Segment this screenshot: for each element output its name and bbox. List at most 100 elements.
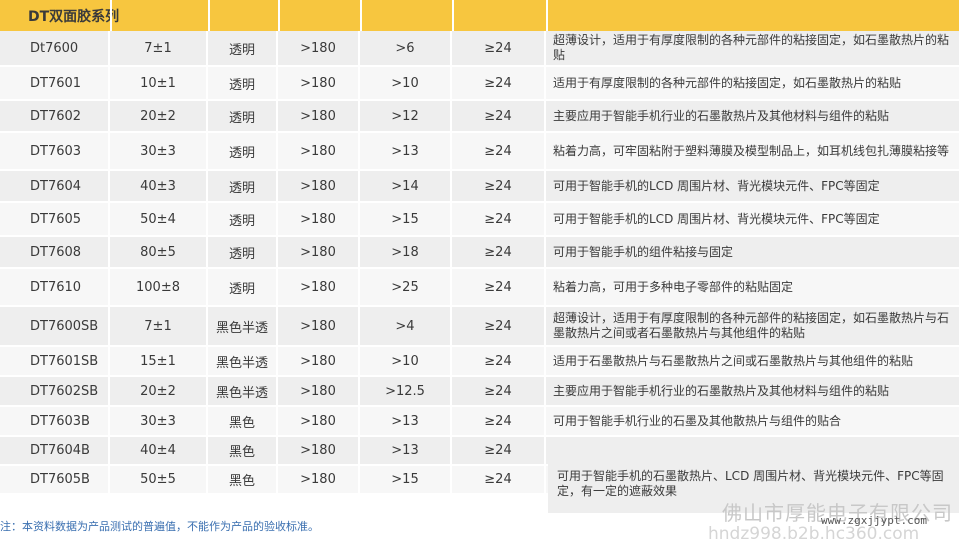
cell-temp: >180 <box>278 237 360 267</box>
cell-hold: ≥24 <box>452 269 546 305</box>
cell-hold: ≥24 <box>452 101 546 131</box>
cell-thickness: 50±4 <box>110 203 208 235</box>
table-row: DT7604 40±3 透明 >180 >14 ≥24 可用于智能手机的LCD 周围片材、背… <box>0 171 959 203</box>
cell-use: 适用于有厚度限制的各种元部件的粘接固定，如石墨散热片的粘贴 <box>553 75 902 90</box>
cell-color: 透明 <box>208 101 278 131</box>
table-row: DT7603 30±3 透明 >180 >13 ≥24 粘着力高，可牢固粘附于塑料薄膜及模型… <box>0 133 959 171</box>
cell-model: DT7602SB <box>0 377 110 405</box>
cell-peel: >13 <box>360 407 452 435</box>
cell-use: 主要应用于智能手机行业的石墨散热片及其他材料与组件的粘贴 <box>553 383 890 398</box>
series-title: DT双面胶系列 <box>28 8 120 25</box>
cell-hold: ≥24 <box>452 466 546 493</box>
cell-color: 透明 <box>208 269 278 305</box>
cell-peel: >18 <box>360 237 452 267</box>
cell-peel: >10 <box>360 347 452 375</box>
cell-thickness: 20±2 <box>110 377 208 405</box>
cell-temp: >180 <box>278 466 360 493</box>
cell-model: Dt7600 <box>0 31 110 65</box>
table-row: DT7600SB 7±1 黑色半透 >180 >4 ≥24 超薄设计，适用于有厚度限制的各种… <box>0 307 959 347</box>
cell-peel: >10 <box>360 67 452 99</box>
cell-peel: >15 <box>360 466 452 493</box>
cell-hold: ≥24 <box>452 67 546 99</box>
cell-temp: >180 <box>278 347 360 375</box>
header-divider <box>452 0 454 31</box>
cell-peel: >13 <box>360 437 452 464</box>
header-divider <box>110 0 112 31</box>
table-row: DT7603B 30±3 黑色 >180 >13 ≥24 可用于智能手机行业的石墨及其他散热… <box>0 407 959 437</box>
table-header: DT双面胶系列 <box>0 0 959 31</box>
cell-thickness: 20±2 <box>110 101 208 131</box>
table-row: DT7601 10±1 透明 >180 >10 ≥24 适用于有厚度限制的各种元部件的粘接固… <box>0 67 959 101</box>
product-table: Dt7600 7±1 透明 >180 >6 ≥24 超薄设计，适用于有厚度限制的各种元部件的… <box>0 31 959 495</box>
cell-use: 超薄设计，适用于有厚度限制的各种元部件的粘接固定，如石墨散热片的粘贴 <box>553 33 950 62</box>
table-row: DT7601SB 15±1 黑色半透 >180 >10 ≥24 适用于石墨散热片与石墨散热片… <box>0 347 959 377</box>
cell-temp: >180 <box>278 437 360 464</box>
cell-color: 黑色 <box>208 407 278 435</box>
cell-peel: >15 <box>360 203 452 235</box>
table-row: DT7608 80±5 透明 >180 >18 ≥24 可用于智能手机的组件粘接与固定 <box>0 237 959 269</box>
cell-temp: >180 <box>278 133 360 169</box>
cell-peel: >4 <box>360 307 452 345</box>
cell-color: 透明 <box>208 171 278 201</box>
cell-model: DT7601 <box>0 67 110 99</box>
cell-temp: >180 <box>278 31 360 65</box>
cell-temp: >180 <box>278 269 360 305</box>
cell-use: 可用于智能手机行业的石墨及其他散热片与组件的贴合 <box>553 413 842 428</box>
cell-model: DT7610 <box>0 269 110 305</box>
cell-model: DT7603 <box>0 133 110 169</box>
table-row: DT7605 50±4 透明 >180 >15 ≥24 可用于智能手机的LCD 周围片材、背… <box>0 203 959 237</box>
cell-thickness: 40±3 <box>110 171 208 201</box>
cell-use: 可用于智能手机的LCD 周围片材、背光模块元件、FPC等固定 <box>553 211 880 226</box>
cell-temp: >180 <box>278 203 360 235</box>
cell-peel: >13 <box>360 133 452 169</box>
cell-thickness: 7±1 <box>110 31 208 65</box>
cell-temp: >180 <box>278 171 360 201</box>
cell-temp: >180 <box>278 67 360 99</box>
cell-model: DT7608 <box>0 237 110 267</box>
cell-hold: ≥24 <box>452 437 546 464</box>
cell-hold: ≥24 <box>452 377 546 405</box>
cell-use: 粘着力高，可用于多种电子零部件的粘贴固定 <box>553 279 794 294</box>
cell-use: 可用于智能手机的LCD 周围片材、背光模块元件、FPC等固定 <box>553 178 880 193</box>
cell-model: DT7604 <box>0 171 110 201</box>
cell-color: 黑色半透 <box>208 377 278 405</box>
cell-hold: ≥24 <box>452 133 546 169</box>
cell-hold: ≥24 <box>452 307 546 345</box>
cell-use: 可用于智能手机的组件粘接与固定 <box>553 244 734 259</box>
cell-model: DT7600SB <box>0 307 110 345</box>
cell-thickness: 30±3 <box>110 133 208 169</box>
cell-peel: >6 <box>360 31 452 65</box>
cell-color: 透明 <box>208 31 278 65</box>
footnote: 注：本资料数据为产品测试的普遍值，不能作为产品的验收标准。 <box>0 520 319 533</box>
cell-model: DT7605 <box>0 203 110 235</box>
cell-use: 粘着力高，可牢固粘附于塑料薄膜及模型制品上，如耳机线包扎薄膜粘接等 <box>553 143 950 158</box>
header-divider <box>278 0 280 31</box>
cell-thickness: 100±8 <box>110 269 208 305</box>
table-row: DT7602SB 20±2 黑色半透 >180 >12.5 ≥24 主要应用于智能手机行业的… <box>0 377 959 407</box>
cell-color: 透明 <box>208 203 278 235</box>
table-row: DT7610 100±8 透明 >180 >25 ≥24 粘着力高，可用于多种电子零部件的粘… <box>0 269 959 307</box>
cell-temp: >180 <box>278 307 360 345</box>
cell-temp: >180 <box>278 407 360 435</box>
cell-peel: >12.5 <box>360 377 452 405</box>
cell-thickness: 40±4 <box>110 437 208 464</box>
cell-hold: ≥24 <box>452 237 546 267</box>
cell-hold: ≥24 <box>452 407 546 435</box>
cell-model: DT7602 <box>0 101 110 131</box>
cell-hold: ≥24 <box>452 31 546 65</box>
header-divider <box>360 0 362 31</box>
cell-color: 透明 <box>208 237 278 267</box>
cell-thickness: 80±5 <box>110 237 208 267</box>
cell-model: DT7604B <box>0 437 110 464</box>
cell-use: 主要应用于智能手机行业的石墨散热片及其他材料与组件的粘贴 <box>553 108 890 123</box>
cell-hold: ≥24 <box>452 347 546 375</box>
cell-model: DT7603B <box>0 407 110 435</box>
cell-color: 透明 <box>208 133 278 169</box>
cell-color: 透明 <box>208 67 278 99</box>
watermark-url: hndz998.b2b.hc360.com <box>708 524 920 544</box>
cell-thickness: 50±5 <box>110 466 208 493</box>
cell-color: 黑色 <box>208 466 278 493</box>
table-row: DT7602 20±2 透明 >180 >12 ≥24 主要应用于智能手机行业的石墨散热片及… <box>0 101 959 133</box>
cell-hold: ≥24 <box>452 203 546 235</box>
cell-temp: >180 <box>278 377 360 405</box>
